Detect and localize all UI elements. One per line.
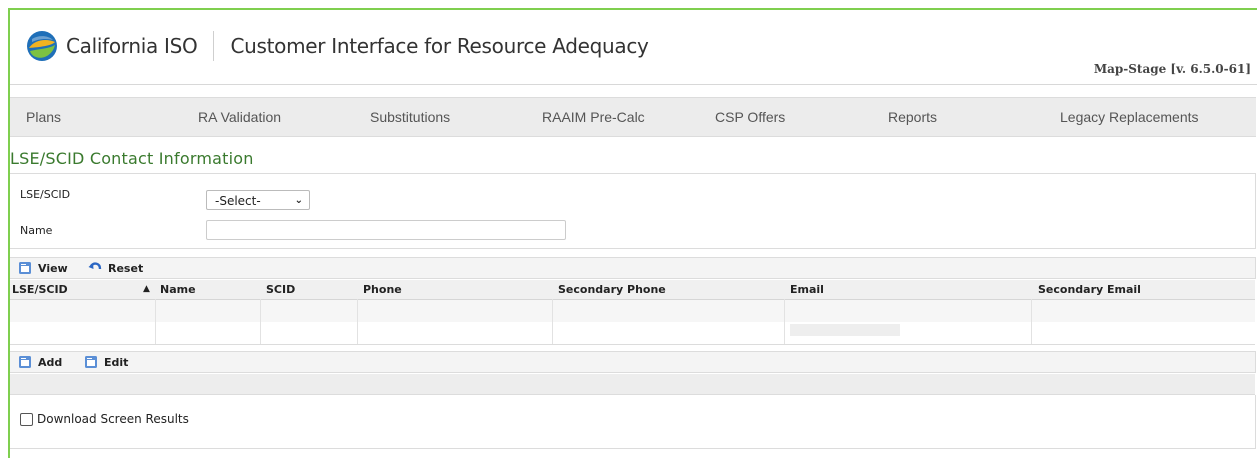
reset-button[interactable]: Reset bbox=[88, 260, 143, 276]
column-header-phone[interactable]: Phone bbox=[363, 280, 402, 299]
column-divider bbox=[357, 299, 358, 344]
org-name: California ISO bbox=[66, 34, 198, 58]
grid-header: LSE/SCID ▲ Name SCID Phone Secondary Pho… bbox=[10, 280, 1255, 300]
column-header-secondary-email[interactable]: Secondary Email bbox=[1038, 280, 1141, 299]
name-label: Name bbox=[20, 224, 53, 237]
view-button[interactable]: View bbox=[18, 260, 68, 276]
lse-scid-label: LSE/SCID bbox=[20, 188, 71, 201]
contacts-grid: LSE/SCID ▲ Name SCID Phone Secondary Pho… bbox=[10, 280, 1255, 345]
redacted-cell bbox=[790, 324, 900, 336]
page-frame: California ISO Customer Interface for Re… bbox=[0, 0, 1257, 458]
document-add-icon bbox=[19, 356, 31, 368]
app-title: Customer Interface for Resource Adequacy bbox=[230, 34, 649, 58]
nav-item-raaim-pre-calc[interactable]: RAAIM Pre-Calc bbox=[542, 98, 645, 136]
app-header: California ISO Customer Interface for Re… bbox=[10, 10, 1257, 85]
grid-toolbar: View Reset bbox=[10, 257, 1256, 279]
lse-scid-select[interactable]: -Select- ⌄ bbox=[206, 190, 310, 210]
edit-button-label: Edit bbox=[104, 355, 129, 369]
brand-block: California ISO Customer Interface for Re… bbox=[26, 30, 649, 62]
column-divider bbox=[155, 299, 156, 344]
nav-item-substitutions[interactable]: Substitutions bbox=[370, 98, 450, 136]
download-label[interactable]: Download Screen Results bbox=[37, 412, 189, 426]
search-panel: LSE/SCID -Select- ⌄ Name bbox=[10, 173, 1256, 249]
undo-icon bbox=[88, 262, 102, 270]
document-icon bbox=[19, 262, 31, 274]
column-header-scid[interactable]: SCID bbox=[266, 280, 295, 299]
edit-toolbar: Add Edit bbox=[10, 351, 1256, 373]
nav-item-legacy-replacements[interactable]: Legacy Replacements bbox=[1060, 98, 1199, 136]
column-header-name[interactable]: Name bbox=[160, 280, 196, 299]
column-divider bbox=[260, 299, 261, 344]
column-divider bbox=[552, 299, 553, 344]
add-button-label: Add bbox=[38, 355, 63, 369]
nav-item-reports[interactable]: Reports bbox=[888, 98, 937, 136]
column-header-secondary-phone[interactable]: Secondary Phone bbox=[558, 280, 666, 299]
main-nav: Plans RA Validation Substitutions RAAIM … bbox=[10, 97, 1256, 137]
name-input[interactable] bbox=[206, 220, 566, 240]
nav-item-plans[interactable]: Plans bbox=[26, 98, 61, 136]
column-divider bbox=[1031, 299, 1032, 344]
column-divider bbox=[784, 299, 785, 344]
brand-divider bbox=[213, 31, 215, 61]
chevron-down-icon: ⌄ bbox=[294, 195, 303, 206]
version-label: Map-Stage [v. 6.5.0-61] bbox=[1093, 62, 1251, 76]
reset-button-label: Reset bbox=[108, 261, 144, 275]
column-header-lse-scid[interactable]: LSE/SCID bbox=[12, 280, 68, 299]
nav-item-ra-validation[interactable]: RA Validation bbox=[198, 98, 281, 136]
table-row[interactable] bbox=[10, 300, 1255, 322]
download-checkbox[interactable] bbox=[20, 413, 33, 426]
california-iso-logo-icon bbox=[27, 31, 57, 61]
column-header-email[interactable]: Email bbox=[790, 280, 824, 299]
grid-footer-bar bbox=[10, 374, 1255, 395]
download-panel: Download Screen Results bbox=[10, 395, 1256, 449]
sort-ascending-icon[interactable]: ▲ bbox=[143, 280, 150, 299]
page-title: LSE/SCID Contact Information bbox=[10, 149, 254, 168]
edit-button[interactable]: Edit bbox=[84, 354, 128, 370]
lse-scid-select-value: -Select- bbox=[215, 194, 261, 208]
nav-item-csp-offers[interactable]: CSP Offers bbox=[715, 98, 785, 136]
add-button[interactable]: Add bbox=[18, 354, 62, 370]
view-button-label: View bbox=[38, 261, 68, 275]
document-edit-icon bbox=[85, 356, 97, 368]
